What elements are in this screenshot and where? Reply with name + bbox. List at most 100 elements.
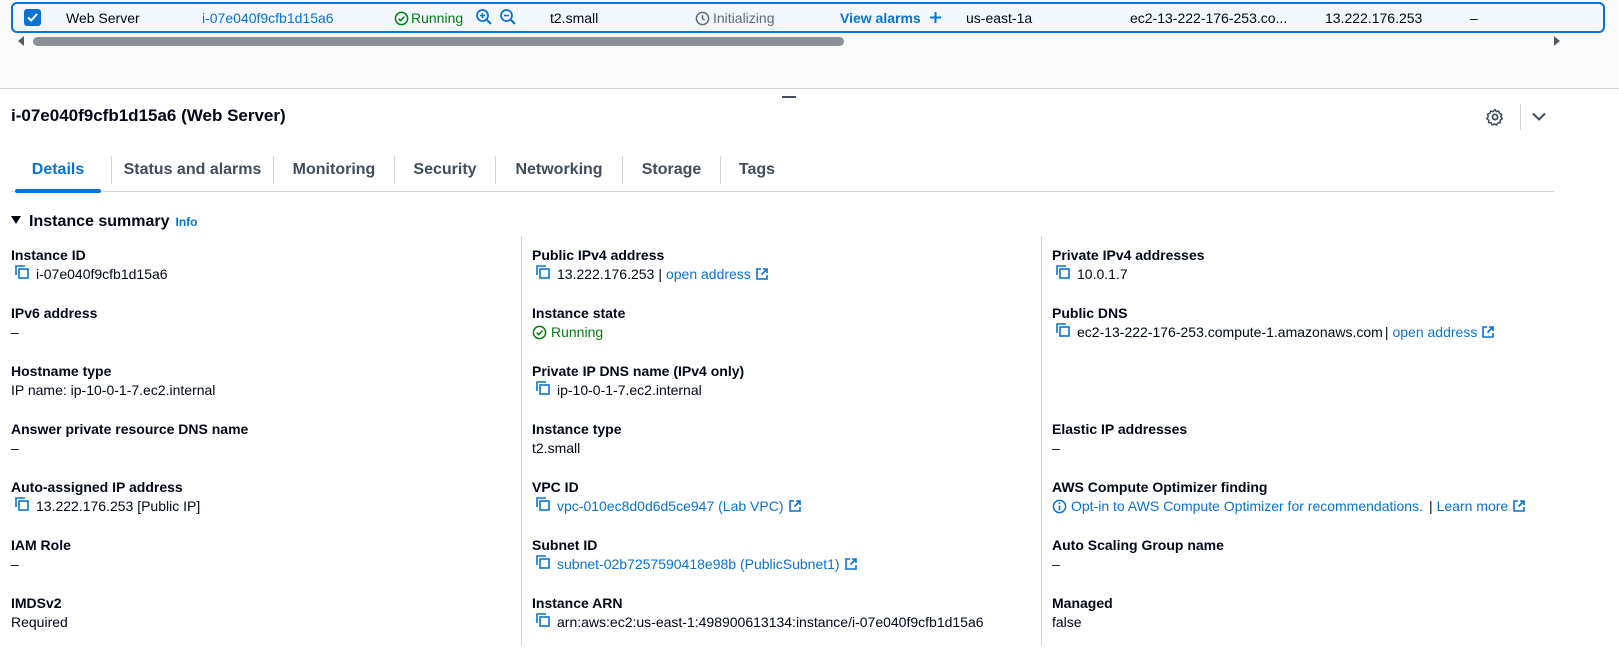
copy-icon[interactable] (14, 496, 30, 517)
split-panel-resize-handle[interactable] (782, 96, 796, 98)
separator: | (658, 266, 662, 282)
row-name: Web Server (66, 10, 140, 26)
info-circle-icon (1052, 499, 1067, 514)
field-value: 13.222.176.253 (557, 266, 655, 282)
field-auto-scaling-group: Auto Scaling Group name – (1052, 536, 1224, 574)
field-value: – (1052, 440, 1060, 456)
copy-icon[interactable] (1055, 264, 1071, 285)
separator: | (1428, 498, 1433, 514)
field-label: Public DNS (1052, 305, 1128, 321)
checkmark-icon (27, 13, 38, 22)
field-label: Private IP DNS name (IPv4 only) (532, 363, 745, 379)
field-label: Instance ID (11, 247, 86, 263)
field-label: Managed (1052, 595, 1113, 611)
field-label: IAM Role (11, 537, 71, 553)
field-private-ipv4: Private IPv4 addresses 10.0.1.7 (1052, 246, 1205, 284)
field-value: Running (551, 324, 604, 340)
field-managed: Managed false (1052, 594, 1113, 632)
row-checkbox[interactable] (24, 9, 41, 26)
instance-table-area: Web Server i-07e040f9cfb1d15a6 Running t… (0, 0, 1619, 88)
row-instance-type: t2.small (550, 10, 599, 26)
field-ipv6-address: IPv6 address – (11, 304, 97, 342)
field-value: 13.222.176.253 [Public IP] (36, 498, 201, 514)
field-iam-role: IAM Role – (11, 536, 71, 574)
open-address-link[interactable]: open address (1392, 323, 1495, 342)
field-value: – (11, 556, 19, 572)
learn-more-link[interactable]: Learn more (1437, 497, 1527, 516)
check-circle-icon (532, 325, 547, 340)
field-compute-optimizer: AWS Compute Optimizer finding Opt-in to … (1052, 478, 1526, 516)
link-label: subnet-02b7257590418e98b (PublicSubnet1) (557, 556, 840, 572)
subnet-id-link[interactable]: subnet-02b7257590418e98b (PublicSubnet1) (557, 555, 858, 574)
clock-icon (695, 11, 710, 26)
copy-icon[interactable] (1055, 322, 1071, 343)
field-label: Subnet ID (532, 537, 598, 553)
copy-icon[interactable] (535, 612, 551, 633)
external-link-icon (756, 268, 768, 280)
tab-networking[interactable]: Networking (496, 153, 622, 191)
field-value: i-07e040f9cfb1d15a6 (36, 266, 168, 282)
field-value: t2.small (532, 440, 581, 456)
field-label: Auto Scaling Group name (1052, 537, 1224, 553)
field-label: Public IPv4 address (532, 247, 665, 263)
field-instance-state: Instance state Running (532, 304, 625, 342)
row-status-check-text: Initializing (713, 10, 775, 26)
scroll-right-arrow[interactable] (1554, 36, 1560, 46)
link-label: open address (1392, 324, 1478, 340)
gear-icon[interactable] (1486, 108, 1504, 129)
field-label: VPC ID (532, 479, 579, 495)
instance-summary-toggle[interactable]: Instance summary Info (11, 213, 198, 231)
separator: | (1384, 324, 1389, 340)
field-private-ip-dns: Private IP DNS name (IPv4 only) ip-10-0-… (532, 362, 744, 400)
tab-details[interactable]: Details (15, 153, 101, 193)
field-label: Instance state (532, 305, 626, 321)
field-subnet-id: Subnet ID subnet-02b7257590418e98b (Publ… (532, 536, 858, 574)
field-public-dns: Public DNS ec2-13-222-176-253.compute-1.… (1052, 304, 1495, 342)
field-value: arn:aws:ec2:us-east-1:498900613134:insta… (557, 614, 984, 630)
field-label: Private IPv4 addresses (1052, 247, 1205, 263)
row-public-dns: ec2-13-222-176-253.co... (1130, 10, 1288, 26)
field-value: 10.0.1.7 (1077, 266, 1128, 282)
field-value: – (11, 324, 19, 340)
chevron-down-icon[interactable] (1531, 110, 1547, 126)
field-public-ipv4: Public IPv4 address 13.222.176.253 | ope… (532, 246, 769, 284)
field-label: Hostname type (11, 363, 112, 379)
field-answer-private-dns: Answer private resource DNS name – (11, 420, 248, 458)
view-alarms-link[interactable]: View alarms (840, 10, 942, 26)
tab-tags[interactable]: Tags (721, 153, 793, 191)
row-state: Running (394, 10, 463, 26)
split-panel-divider (0, 88, 1619, 89)
open-address-link[interactable]: open address (666, 265, 769, 284)
detail-tabs: Details Status and alarms Monitoring Sec… (11, 153, 1554, 193)
scroll-left-arrow[interactable] (18, 36, 24, 46)
field-label: Auto-assigned IP address (11, 479, 183, 495)
zoom-out-icon[interactable] (499, 8, 517, 29)
copy-icon[interactable] (535, 496, 551, 517)
row-status-check: Initializing (695, 10, 774, 26)
info-link[interactable]: Info (176, 215, 198, 229)
tab-status-and-alarms[interactable]: Status and alarms (112, 153, 273, 191)
field-label: Answer private resource DNS name (11, 421, 249, 437)
copy-icon[interactable] (535, 380, 551, 401)
opt-in-link[interactable]: Opt-in to AWS Compute Optimizer for reco… (1071, 497, 1423, 516)
column-divider (521, 236, 522, 646)
tab-monitoring[interactable]: Monitoring (274, 153, 394, 191)
field-value: IP name: ip-10-0-1-7.ec2.internal (11, 382, 216, 398)
view-alarms-label: View alarms (840, 10, 921, 26)
tab-security[interactable]: Security (395, 153, 495, 191)
vpc-id-link[interactable]: vpc-010ec8d0d6d5ce947 (Lab VPC) (557, 497, 802, 516)
horizontal-scrollbar-thumb[interactable] (33, 37, 844, 46)
tab-storage[interactable]: Storage (623, 153, 720, 191)
instance-table-row[interactable]: Web Server i-07e040f9cfb1d15a6 Running t… (11, 2, 1605, 33)
field-value: ip-10-0-1-7.ec2.internal (557, 382, 702, 398)
copy-icon[interactable] (14, 264, 30, 285)
field-value: false (1052, 614, 1082, 630)
field-elastic-ip: Elastic IP addresses – (1052, 420, 1187, 458)
zoom-in-icon[interactable] (475, 8, 493, 29)
field-auto-assigned-ip: Auto-assigned IP address 13.222.176.253 … (11, 478, 200, 516)
copy-icon[interactable] (535, 264, 551, 285)
row-instance-id-link[interactable]: i-07e040f9cfb1d15a6 (202, 10, 334, 26)
link-label: open address (665, 266, 751, 282)
copy-icon[interactable] (535, 554, 551, 575)
field-label: IMDSv2 (11, 595, 62, 611)
